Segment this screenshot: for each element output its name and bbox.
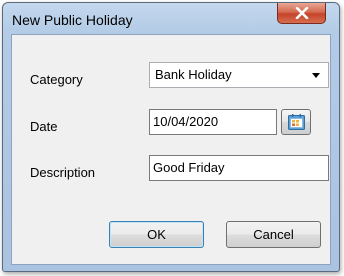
description-value: Good Friday [153, 160, 225, 175]
dialog-content: Category Bank Holiday Date 10/04/2020 De… [11, 34, 331, 265]
description-field[interactable]: Good Friday [149, 155, 329, 181]
chevron-down-icon [312, 73, 320, 78]
ok-button[interactable]: OK [109, 221, 204, 248]
close-button[interactable] [277, 3, 326, 24]
description-label: Description [30, 165, 96, 180]
cancel-button[interactable]: Cancel [226, 221, 321, 248]
date-field[interactable]: 10/04/2020 [149, 109, 277, 135]
dialog-title: New Public Holiday [12, 12, 133, 28]
title-bar[interactable]: New Public Holiday [3, 3, 339, 35]
category-dropdown[interactable]: Bank Holiday [149, 62, 329, 88]
calendar-icon [288, 114, 305, 130]
calendar-button[interactable] [281, 109, 311, 135]
category-label: Category [30, 72, 83, 87]
date-value: 10/04/2020 [153, 114, 219, 129]
date-label: Date [30, 119, 58, 134]
category-selected-value: Bank Holiday [155, 67, 232, 82]
new-public-holiday-dialog: New Public Holiday Category Bank Holiday… [2, 2, 340, 272]
close-icon [295, 7, 309, 19]
